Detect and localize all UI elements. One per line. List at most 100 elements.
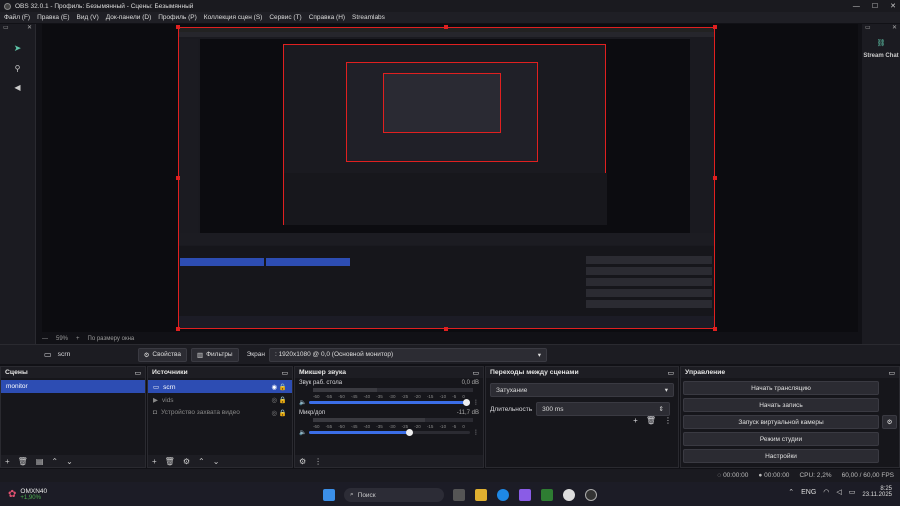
down-icon[interactable]: ⌄ (213, 457, 220, 466)
menu-streamlabs[interactable]: Streamlabs (352, 14, 385, 21)
properties-button[interactable]: ⚙ Свойства (137, 347, 187, 362)
task-view-icon[interactable] (453, 489, 465, 501)
chevron-down-icon: ▾ (664, 387, 668, 394)
eye-hidden-icon[interactable]: ◎ (271, 410, 277, 417)
start-stream-button[interactable]: Начать трансляцию (683, 381, 879, 395)
menu-edit[interactable]: Правка (E) (37, 14, 69, 21)
source-item[interactable]: ▭ scrn ◉ 🔒 (148, 380, 292, 393)
studio-mode-button[interactable]: Режим студии (683, 432, 879, 446)
megaphone-icon[interactable]: ◀ (0, 83, 35, 92)
gear-icon[interactable]: ⚙ (183, 457, 190, 466)
down-icon[interactable]: ⌄ (66, 457, 73, 466)
chevron-up-icon[interactable]: ⌃ (788, 488, 794, 496)
obs-icon[interactable] (585, 489, 597, 501)
dock-close-icon[interactable]: ✕ (27, 24, 32, 33)
menu-docks[interactable]: Док-панели (D) (106, 14, 151, 21)
media-icon: ▶ (153, 396, 158, 404)
advanced-audio-icon[interactable]: ⚙ (299, 457, 306, 466)
lock-icon[interactable]: 🔒 (279, 410, 287, 417)
source-selection-box[interactable] (178, 27, 715, 329)
wifi-icon[interactable]: ◠ (823, 488, 829, 496)
dock-options-icon[interactable]: ▭ (668, 369, 674, 377)
add-icon[interactable]: + (152, 457, 157, 466)
chrome-icon[interactable] (563, 489, 575, 501)
source-item[interactable]: ▶ vids ◎ 🔒 (148, 393, 292, 406)
lock-icon[interactable]: 🔒 (279, 384, 287, 391)
up-icon[interactable]: ⌃ (51, 457, 58, 466)
speaker-muted-icon[interactable]: 🔈 (299, 399, 306, 406)
mic-muted-icon[interactable]: 🔈 (299, 429, 306, 436)
menu-profile[interactable]: Профиль (P) (158, 14, 197, 21)
monitor-icon: ▭ (153, 383, 160, 391)
lock-icon[interactable]: 🔒 (279, 397, 287, 404)
meter-ticks: -60 -55 -50 -45 -40 -35 -30 -25 -20 -15 -10 -5 0 (313, 394, 465, 399)
menu-icon[interactable]: ⋮ (664, 416, 672, 425)
zoom-out-button[interactable]: — (42, 336, 48, 342)
stock-widget[interactable]: ✿ OMXN40 +1,90% (8, 488, 47, 501)
taskbar-search[interactable]: ⌕ Поиск (344, 488, 444, 502)
store-icon[interactable] (519, 489, 531, 501)
add-icon[interactable]: + (633, 416, 638, 425)
up-icon[interactable]: ⌃ (198, 457, 205, 466)
clock[interactable]: 8:25 23.11.2025 (862, 486, 892, 498)
close-button[interactable]: ✕ (890, 2, 896, 10)
filter-icon[interactable]: ⚲ (0, 64, 35, 73)
windows-start-icon[interactable] (323, 489, 335, 501)
duration-input[interactable]: 300 ms ⇕ (536, 402, 670, 416)
trash-icon[interactable]: 🗑 (18, 457, 28, 466)
start-virtual-camera-button[interactable]: Запуск виртуальной камеры (683, 415, 879, 429)
send-icon[interactable]: ➤ (0, 43, 35, 54)
eye-hidden-icon[interactable]: ◎ (271, 397, 277, 404)
menu-view[interactable]: Вид (V) (77, 14, 99, 21)
xbox-icon[interactable] (541, 489, 553, 501)
eye-icon[interactable]: ◉ (271, 384, 277, 391)
transition-select[interactable]: Затухание ▾ (490, 383, 674, 397)
channel-level: 0,0 dB (461, 380, 479, 386)
dock-options-icon[interactable]: ▭ (889, 369, 895, 377)
start-record-button[interactable]: Начать запись (683, 398, 879, 412)
volume-slider[interactable] (309, 399, 470, 406)
menu-help[interactable]: Справка (H) (309, 14, 345, 21)
scale-mode[interactable]: По размеру окна (88, 336, 135, 342)
stepper-icon[interactable]: ⇕ (659, 405, 664, 413)
volume-meter (313, 418, 473, 422)
gear-icon: ⚙ (143, 351, 150, 359)
dock-close-icon[interactable]: ✕ (892, 24, 897, 33)
record-status: ● 00:00:00 (758, 472, 790, 479)
trash-icon[interactable]: 🗑 (165, 457, 175, 466)
screen-select[interactable]: : 1920x1080 @ 0,0 (Основной монитор) ▾ (268, 347, 547, 362)
dock-options-icon[interactable]: ▭ (473, 369, 479, 377)
add-icon[interactable]: + (5, 457, 10, 466)
volume-icon[interactable]: ◁ (836, 488, 841, 496)
dock-options-icon[interactable]: ▭ (135, 369, 141, 377)
channel-menu-icon[interactable]: ⋮ (473, 399, 479, 406)
scene-item[interactable]: monitor (1, 380, 145, 393)
virtual-camera-settings-button[interactable]: ⚙ (882, 415, 897, 429)
menu-tools[interactable]: Сервис (T) (269, 14, 301, 21)
source-item[interactable]: ◘ Устройство захвата видео ◎ 🔒 (148, 406, 292, 419)
stream-status: ◌ 00:00:00 (717, 472, 749, 479)
maximize-button[interactable]: ☐ (872, 2, 878, 10)
menu-scene-collection[interactable]: Коллекция сцен (S) (204, 14, 263, 21)
edge-icon[interactable] (497, 489, 509, 501)
battery-icon[interactable]: ▭ (849, 488, 856, 496)
settings-button[interactable]: Настройки (683, 449, 879, 463)
filters-button[interactable]: ▥ Фильтры (190, 347, 239, 362)
trash-icon[interactable]: 🗑 (646, 416, 656, 425)
channel-menu-icon[interactable]: ⋮ (473, 429, 479, 436)
dock-float-icon[interactable]: ▭ (3, 24, 9, 33)
camera-icon: ◘ (153, 409, 157, 416)
windows-taskbar: ✿ OMXN40 +1,90% ⌕ Поиск ⌃ ENG ◠ ◁ ▭ 8:25 … (0, 482, 900, 506)
volume-slider[interactable] (309, 429, 470, 436)
scenes-title: Сцены (5, 369, 28, 376)
mixer-menu-icon[interactable]: ⋮ (314, 457, 322, 466)
link-icon[interactable]: ⛓ (862, 39, 900, 47)
menu-file[interactable]: Файл (F) (4, 14, 30, 21)
filter-icon[interactable]: ▤ (36, 457, 44, 466)
minimize-button[interactable]: — (853, 3, 860, 10)
file-explorer-icon[interactable] (475, 489, 487, 501)
zoom-in-button[interactable]: + (76, 336, 80, 342)
dock-options-icon[interactable]: ▭ (282, 369, 288, 377)
lang-indicator[interactable]: ENG (801, 489, 816, 496)
dock-float-icon[interactable]: ▭ (865, 24, 871, 33)
